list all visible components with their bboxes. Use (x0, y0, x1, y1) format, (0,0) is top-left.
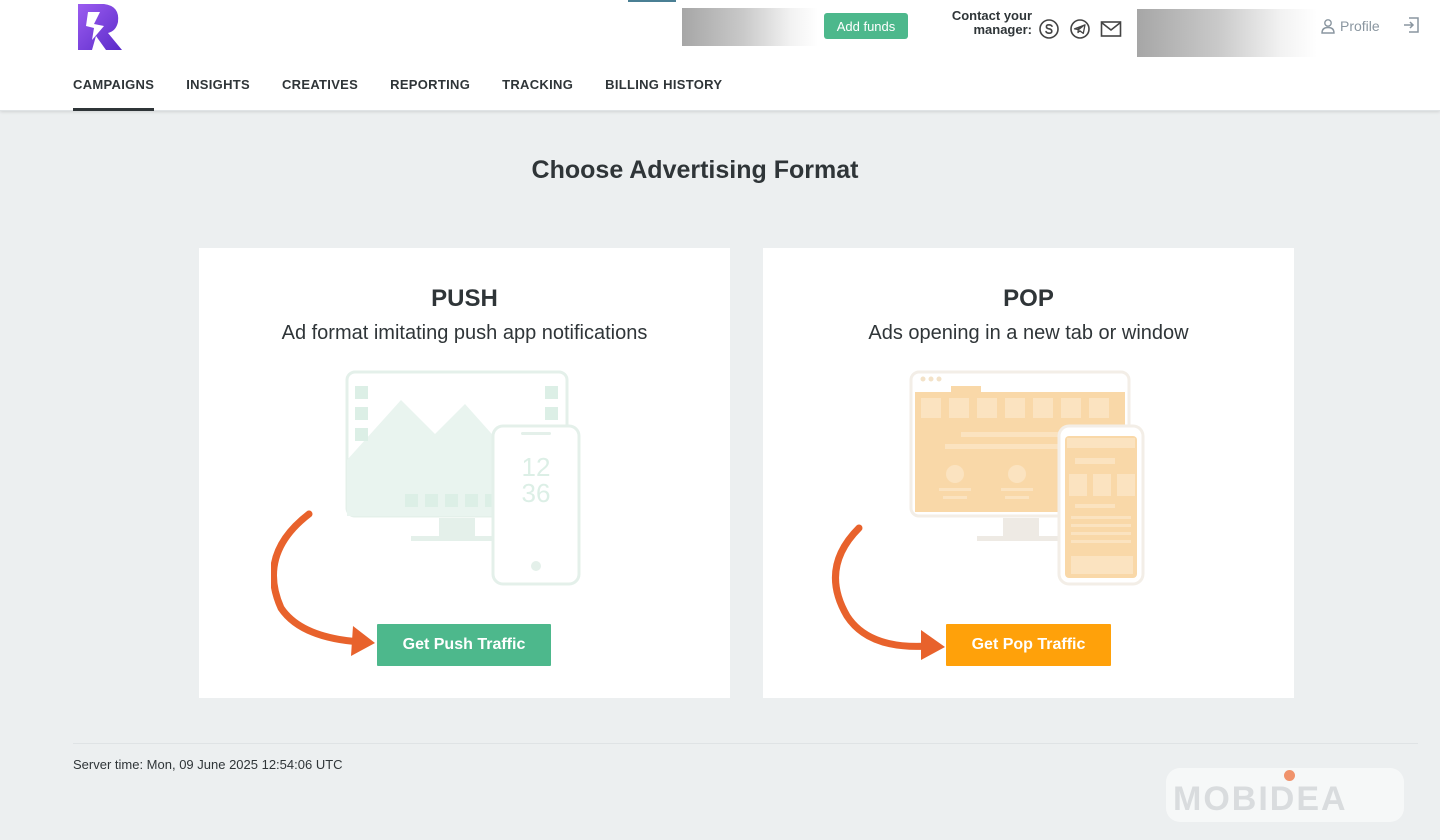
pop-format-card: POP Ads opening in a new tab or window G… (763, 248, 1294, 698)
push-illustration: 12 36 (345, 370, 581, 586)
push-format-card: PUSH Ad format imitating push app notifi… (199, 248, 730, 698)
redacted-balance (682, 8, 818, 46)
push-card-description: Ad format imitating push app notificatio… (281, 322, 648, 344)
logo[interactable] (76, 2, 124, 52)
telegram-icon[interactable] (1068, 17, 1092, 41)
header: Add funds Contact your manager: Profile … (0, 0, 1440, 111)
user-icon (1321, 19, 1335, 34)
add-funds-button[interactable]: Add funds (824, 13, 908, 39)
profile-label: Profile (1340, 18, 1380, 34)
top-accent-line (628, 0, 676, 2)
nav-creatives[interactable]: CREATIVES (282, 75, 358, 111)
contact-manager-label: Contact your manager: (951, 8, 1032, 37)
skype-icon[interactable] (1037, 17, 1061, 41)
brand-watermark-text: MOBIDEA (1173, 780, 1348, 818)
nav-insights[interactable]: INSIGHTS (186, 75, 250, 111)
get-pop-traffic-button[interactable]: Get Pop Traffic (946, 624, 1111, 666)
redacted-account (1137, 9, 1317, 57)
page-title: Choose Advertising Format (531, 156, 859, 184)
main-nav: CAMPAIGNS INSIGHTS CREATIVES REPORTING T… (73, 75, 754, 111)
push-arrow-icon (271, 510, 375, 656)
push-card-title: PUSH (431, 285, 498, 312)
nav-tracking[interactable]: TRACKING (502, 75, 573, 111)
profile-link[interactable]: Profile (1320, 16, 1380, 36)
brand-watermark-dot (1284, 770, 1295, 781)
pop-card-title: POP (1003, 285, 1054, 312)
pop-arrow-icon (832, 524, 945, 660)
phone-time-minutes: 36 (522, 478, 551, 508)
logout-icon[interactable] (1401, 15, 1421, 35)
nav-campaigns[interactable]: CAMPAIGNS (73, 75, 155, 111)
server-time: Server time: Mon, 09 June 2025 12:54:06 … (73, 757, 343, 772)
mail-icon[interactable] (1099, 17, 1123, 41)
nav-reporting[interactable]: REPORTING (390, 75, 470, 111)
get-push-traffic-button[interactable]: Get Push Traffic (377, 624, 551, 666)
nav-billing-history[interactable]: BILLING HISTORY (605, 75, 722, 111)
pop-card-description: Ads opening in a new tab or window (868, 322, 1189, 344)
footer-divider (73, 743, 1418, 744)
